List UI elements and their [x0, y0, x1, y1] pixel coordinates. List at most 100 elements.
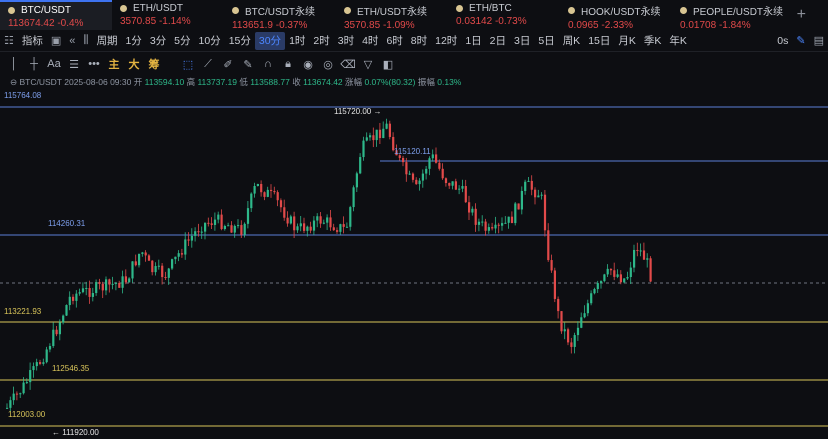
high-label: 高	[186, 77, 196, 87]
candle-body	[52, 329, 55, 347]
tf-5d[interactable]: 5日	[534, 32, 558, 50]
countdown-toggle[interactable]: 0s	[773, 32, 792, 50]
tf-week[interactable]: 周K	[559, 32, 585, 50]
indicator-icon[interactable]: ☷	[0, 34, 18, 47]
candle-body	[352, 187, 355, 208]
candle-type-icon[interactable]: ⫼	[79, 34, 92, 47]
tab-eth-usdt[interactable]: ETH/USDT 3570.85 -1.14%	[112, 0, 224, 30]
tab-btc-usdt-perp[interactable]: BTC/USDT永续 113651.9 -0.37%	[224, 0, 336, 31]
vertical-line-icon[interactable]: │	[4, 58, 24, 70]
candle-body	[590, 293, 593, 304]
candle-body	[385, 123, 388, 129]
candle-body	[596, 283, 599, 290]
tf-quarter[interactable]: 季K	[640, 32, 666, 50]
tf-5m[interactable]: 5分	[170, 32, 194, 50]
tf-8h[interactable]: 8时	[407, 32, 431, 50]
add-tab-button[interactable]: +	[797, 6, 806, 24]
calendar-icon[interactable]: ▣	[47, 34, 65, 47]
edit-icon[interactable]: ✎	[238, 58, 258, 71]
tf-12h[interactable]: 12时	[431, 32, 461, 50]
tf-3d[interactable]: 3日	[510, 32, 534, 50]
chip-button[interactable]: 筹	[144, 56, 164, 72]
tab-symbol: BTC/USDT永续	[245, 7, 315, 18]
collapse-icon[interactable]: ⊖	[10, 77, 17, 87]
candle-body	[520, 190, 523, 210]
pencil-icon[interactable]: ✎	[792, 34, 809, 47]
tf-30m[interactable]: 30分	[254, 31, 286, 50]
brush-icon[interactable]: ✐	[218, 58, 238, 71]
candle-body	[613, 270, 616, 277]
close-label: 收	[292, 77, 301, 87]
tab-eth-btc[interactable]: ETH/BTC 0.03142 -0.73%	[448, 0, 560, 30]
tab-btc-usdt[interactable]: BTC/USDT 113674.42 -0.4%	[0, 0, 112, 30]
visibility-icon[interactable]: ◎	[318, 58, 338, 71]
tf-3m[interactable]: 3分	[146, 32, 170, 50]
tab-price: 113674.42	[8, 18, 55, 29]
eye-icon[interactable]: ◉	[298, 58, 318, 71]
candle-body	[471, 208, 474, 213]
tab-people-usdt-perp[interactable]: PEOPLE/USDT永续 0.01708 -1.84%	[672, 0, 784, 31]
tab-symbol: ETH/USDT	[133, 3, 183, 14]
tf-3h[interactable]: 3时	[334, 32, 358, 50]
tab-eth-usdt-perp[interactable]: ETH/USDT永续 3570.85 -1.09%	[336, 0, 448, 31]
indicator-button[interactable]: 指标	[18, 32, 47, 50]
candle-body	[540, 194, 543, 196]
candle-body	[58, 322, 61, 335]
candle-body	[174, 256, 177, 260]
candle-body	[454, 181, 457, 190]
candle-body	[481, 221, 484, 223]
tf-month[interactable]: 月K	[614, 32, 640, 50]
change-label: 涨幅	[345, 77, 363, 87]
candle-body	[448, 183, 451, 186]
main-chart-button[interactable]: 主	[104, 56, 124, 72]
candle-body	[306, 226, 309, 231]
tf-year[interactable]: 年K	[665, 32, 691, 50]
magnet-icon[interactable]: ∩	[258, 58, 278, 70]
tf-1d[interactable]: 1日	[461, 32, 485, 50]
tab-hook-usdt-perp[interactable]: HOOK/USDT永续 0.0965 -2.33%	[560, 0, 672, 31]
layout-icon[interactable]: ▤	[810, 34, 828, 47]
tf-6h[interactable]: 6时	[382, 32, 406, 50]
lock-icon[interactable]: 🔒︎	[278, 58, 298, 71]
candle-body	[12, 393, 15, 401]
candle-body	[369, 135, 372, 138]
candle-body	[458, 188, 461, 190]
candle-body	[85, 287, 88, 289]
candle-body	[240, 225, 243, 235]
candle-body	[147, 255, 151, 261]
tab-price: 0.03142	[456, 16, 493, 27]
candle-body	[425, 168, 428, 174]
layers-icon[interactable]: ◧	[378, 58, 398, 71]
tf-1h[interactable]: 1时	[285, 32, 309, 50]
coin-icon	[568, 7, 575, 14]
filter-icon[interactable]: ▽	[358, 58, 378, 71]
tf-1m[interactable]: 1分	[121, 32, 145, 50]
text-icon[interactable]: Aa	[44, 58, 64, 70]
tf-2h[interactable]: 2时	[309, 32, 333, 50]
candle-body	[39, 362, 42, 364]
candle-body	[636, 249, 639, 251]
tf-10m[interactable]: 10分	[195, 32, 225, 50]
candlestick-chart[interactable]: 115764.08 115720.00 → 115120.11 114260.3…	[0, 90, 828, 439]
candle-body	[161, 265, 164, 278]
rewind-icon[interactable]: «	[65, 35, 79, 47]
candle-body	[230, 225, 233, 233]
candle-body	[141, 252, 144, 254]
candle-body	[207, 222, 210, 224]
candle-body	[609, 268, 613, 271]
big-order-button[interactable]: 大	[124, 56, 144, 72]
candle-body	[567, 329, 570, 343]
tf-2d[interactable]: 2日	[486, 32, 510, 50]
draw-select-icon[interactable]: ⬚	[178, 58, 198, 71]
ruler-icon[interactable]: ⟋	[198, 58, 218, 71]
fib-icon[interactable]: ☰	[64, 58, 84, 71]
period-dropdown[interactable]: 周期	[92, 32, 121, 50]
more-icon[interactable]: •••	[84, 58, 104, 70]
crosshair-icon[interactable]: ┼	[24, 58, 44, 70]
trash-icon[interactable]: ⌫	[338, 58, 358, 71]
candle-body	[461, 186, 464, 189]
tf-4h[interactable]: 4时	[358, 32, 382, 50]
tf-15d[interactable]: 15日	[584, 32, 614, 50]
coin-icon	[456, 5, 463, 12]
tf-15m[interactable]: 15分	[225, 32, 255, 50]
